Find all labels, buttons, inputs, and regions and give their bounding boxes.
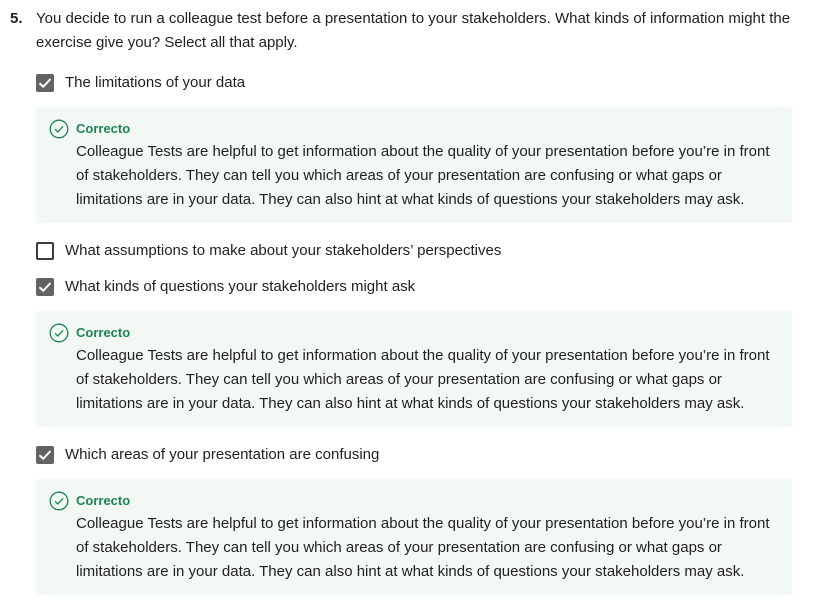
option-label: What assumptions to make about your stak… (65, 242, 502, 259)
option-confusing-areas[interactable]: Which areas of your presentation are con… (36, 446, 379, 464)
option-questions[interactable]: What kinds of questions your stakeholder… (36, 278, 415, 296)
option-label: The limitations of your data (65, 74, 246, 91)
feedback-correct: Correcto Colleague Tests are helpful to … (36, 107, 792, 223)
checkbox-unchecked[interactable] (36, 242, 54, 260)
feedback-title: Correcto (76, 325, 131, 340)
feedback-correct: Correcto Colleague Tests are helpful to … (36, 479, 792, 595)
option-assumptions[interactable]: What assumptions to make about your stak… (36, 242, 501, 260)
check-circle-icon (49, 323, 69, 343)
option-label: What kinds of questions your stakeholder… (65, 278, 416, 295)
question: 5. You decide to run a colleague test be… (10, 7, 800, 55)
feedback-title: Correcto (76, 121, 131, 136)
check-circle-icon (49, 491, 69, 511)
checkmark-icon (38, 450, 52, 461)
feedback-title: Correcto (76, 493, 131, 508)
check-circle-icon (49, 119, 69, 139)
feedback-correct: Correcto Colleague Tests are helpful to … (36, 311, 792, 427)
checkbox-checked[interactable] (36, 278, 54, 296)
checkmark-icon (38, 282, 52, 293)
feedback-text: Colleague Tests are helpful to get infor… (76, 347, 770, 412)
feedback-text: Colleague Tests are helpful to get infor… (76, 515, 770, 580)
question-text: You decide to run a colleague test befor… (36, 10, 791, 51)
question-number: 5. (10, 10, 23, 27)
checkbox-checked[interactable] (36, 74, 54, 92)
checkmark-icon (38, 78, 52, 89)
option-label: Which areas of your presentation are con… (65, 446, 380, 463)
feedback-text: Colleague Tests are helpful to get infor… (76, 143, 770, 208)
option-limitations[interactable]: The limitations of your data (36, 74, 245, 92)
checkbox-checked[interactable] (36, 446, 54, 464)
